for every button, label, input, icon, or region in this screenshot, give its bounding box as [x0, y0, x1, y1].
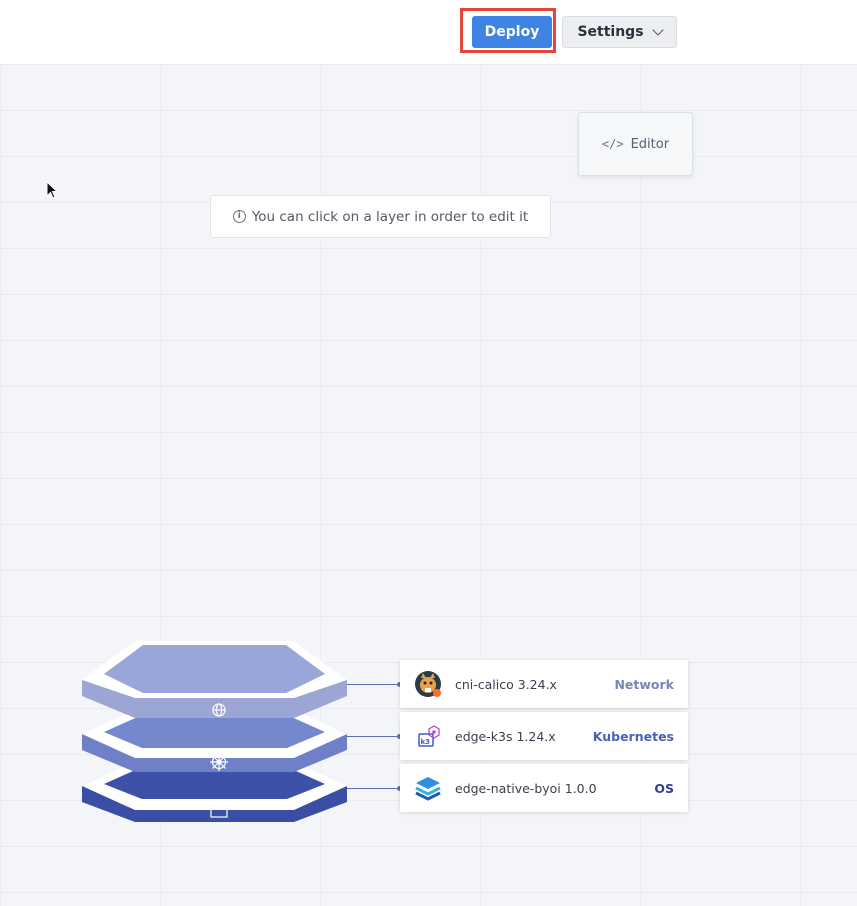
- settings-label: Settings: [577, 24, 644, 40]
- info-icon: i: [232, 210, 246, 223]
- layer-type: OS: [654, 780, 674, 796]
- editor-button[interactable]: </> Editor: [578, 112, 693, 176]
- layer-type: Network: [614, 676, 674, 692]
- k3s-icon: k3: [414, 722, 442, 750]
- code-icon: </>: [601, 137, 624, 151]
- layer-type: Kubernetes: [592, 728, 674, 744]
- editor-label: Editor: [630, 136, 670, 152]
- settings-dropdown[interactable]: Settings: [562, 16, 677, 48]
- chevron-down-icon: [651, 24, 664, 36]
- hint-tooltip: i You can click on a layer in order to e…: [210, 195, 551, 238]
- layer-stack: [82, 641, 347, 822]
- hint-text: You can click on a layer in order to edi…: [251, 208, 529, 225]
- calico-cat-icon: [414, 670, 442, 698]
- stack-layer-kubernetes[interactable]: [82, 710, 347, 772]
- connector-kubernetes: [347, 734, 402, 739]
- layer-card-os[interactable]: edge-native-byoi 1.0.0 OS: [400, 764, 688, 812]
- helm-wheel-icon: [210, 753, 228, 771]
- layer-card-network[interactable]: cni-calico 3.24.x Network: [400, 660, 688, 708]
- connector-os: [347, 786, 402, 791]
- layer-name: cni-calico 3.24.x: [455, 676, 557, 692]
- layers-stack-icon: [414, 774, 442, 802]
- connector-network: [347, 682, 402, 687]
- layer-card-kubernetes[interactable]: k3 edge-k3s 1.24.x Kubernetes: [400, 712, 688, 760]
- deploy-button[interactable]: Deploy: [472, 16, 552, 48]
- top-bar: Deploy Settings: [0, 0, 857, 64]
- mouse-cursor-icon: [46, 181, 59, 199]
- layer-name: edge-k3s 1.24.x: [455, 728, 556, 744]
- svg-text:k3: k3: [421, 738, 431, 746]
- layer-name: edge-native-byoi 1.0.0: [455, 780, 597, 796]
